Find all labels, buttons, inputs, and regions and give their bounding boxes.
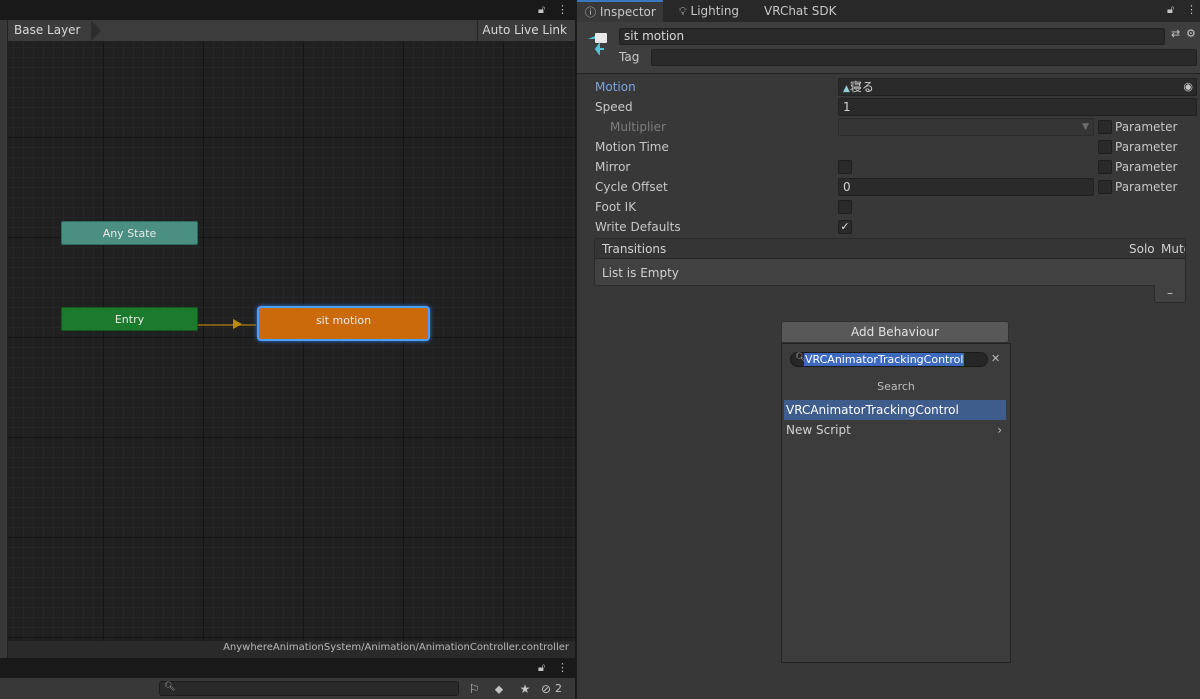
motion-time-label: Motion Time bbox=[595, 140, 669, 154]
behaviour-search-query: VRCAnimatorTrackingControl bbox=[804, 353, 965, 366]
add-behaviour-button[interactable]: Add Behaviour bbox=[781, 321, 1009, 343]
transition-line[interactable] bbox=[198, 324, 256, 326]
motion-time-parameter-label: Parameter bbox=[1115, 140, 1178, 154]
popup-item-new-script[interactable]: New Script › bbox=[784, 420, 1006, 440]
dropdown-icon: ▼ bbox=[1082, 122, 1089, 132]
motion-field[interactable]: ▲寝る ◉ bbox=[838, 78, 1197, 96]
any-state-node[interactable]: Any State bbox=[61, 221, 198, 245]
info-icon: ⓘ bbox=[585, 6, 596, 19]
controller-path: AnywhereAnimationSystem/Animation/Animat… bbox=[223, 642, 569, 653]
project-tab-bar: 🔓︎ ⋮ bbox=[0, 658, 575, 678]
multiplier-dropdown: ▼ bbox=[838, 118, 1094, 136]
multiplier-parameter-checkbox[interactable] bbox=[1098, 120, 1112, 134]
write-defaults-label: Write Defaults bbox=[595, 220, 681, 234]
solo-column: Solo bbox=[1129, 242, 1155, 256]
behaviour-search-input[interactable]: 🔍︎ VRCAnimatorTrackingControl bbox=[790, 352, 988, 367]
star-icon[interactable]: ★ bbox=[513, 680, 537, 698]
foot-ik-label: Foot IK bbox=[595, 200, 637, 214]
chevron-right-icon: › bbox=[997, 423, 1002, 437]
eye-hidden-icon[interactable]: ⊘ bbox=[540, 680, 552, 698]
auto-live-link-button[interactable]: Auto Live Link bbox=[477, 20, 571, 41]
entry-node[interactable]: Entry bbox=[61, 307, 198, 331]
layers-panel-collapsed[interactable] bbox=[0, 20, 8, 658]
state-name-field[interactable]: sit motion bbox=[619, 28, 1165, 45]
popup-title: Search bbox=[877, 380, 915, 393]
tag-field[interactable] bbox=[651, 49, 1197, 66]
cycle-offset-parameter-checkbox[interactable] bbox=[1098, 180, 1112, 194]
close-icon[interactable]: ✕ bbox=[991, 352, 1000, 365]
tag-icon[interactable]: ⬥ bbox=[487, 680, 511, 698]
add-behaviour-popup: 🔍︎ VRCAnimatorTrackingControl ✕ Search V… bbox=[781, 343, 1011, 663]
animation-clip-icon: ▲ bbox=[843, 84, 850, 94]
mute-column: Mute bbox=[1161, 242, 1185, 256]
lock-icon[interactable]: 🔓︎ bbox=[1167, 3, 1174, 17]
preset-icon[interactable]: ⇄ bbox=[1171, 27, 1180, 40]
multiplier-parameter-label: Parameter bbox=[1115, 120, 1178, 134]
animator-tab-bar: 🔓︎ ⋮ bbox=[0, 0, 575, 20]
animator-state-icon bbox=[588, 33, 607, 55]
motion-time-parameter-checkbox[interactable] bbox=[1098, 140, 1112, 154]
list-empty-text: List is Empty bbox=[602, 266, 679, 280]
mirror-checkbox[interactable] bbox=[838, 160, 852, 174]
menu-icon[interactable]: ⋮ bbox=[1186, 3, 1197, 16]
sit-motion-state-node[interactable]: sit motion bbox=[257, 306, 430, 341]
transitions-title: Transitions bbox=[602, 242, 667, 256]
write-defaults-checkbox[interactable]: ✓ bbox=[838, 220, 852, 234]
speed-field[interactable]: 1 bbox=[838, 98, 1197, 116]
lock-icon[interactable]: 🔓︎ bbox=[538, 661, 545, 675]
inspector-tab-bar: ⓘ Inspector 💡︎ Lighting VRChat SDK 🔓︎ ⋮ bbox=[577, 0, 1200, 22]
breadcrumb-base-layer[interactable]: Base Layer bbox=[8, 20, 100, 41]
tab-vrchat-sdk[interactable]: VRChat SDK bbox=[764, 0, 837, 22]
mirror-label: Mirror bbox=[595, 160, 631, 174]
multiplier-label: Multiplier bbox=[610, 120, 666, 134]
menu-icon[interactable]: ⋮ bbox=[557, 3, 568, 16]
search-icon: 🔍︎ bbox=[164, 682, 176, 692]
lock-icon[interactable]: 🔓︎ bbox=[538, 3, 545, 17]
mirror-parameter-checkbox[interactable] bbox=[1098, 160, 1112, 174]
filter-by-type-icon[interactable]: ⚐ bbox=[462, 680, 486, 698]
tag-label: Tag bbox=[619, 50, 640, 64]
transition-arrow-icon bbox=[233, 319, 242, 329]
foot-ik-checkbox[interactable] bbox=[838, 200, 852, 214]
animator-toolbar: Base Layer Auto Live Link bbox=[0, 20, 575, 42]
inspector-header: sit motion ⇄ ⚙ Tag bbox=[577, 22, 1200, 74]
lightbulb-icon: 💡︎ bbox=[679, 5, 687, 18]
animator-window: 🔓︎ ⋮ Base Layer Auto Live Link Any State… bbox=[0, 0, 575, 699]
popup-item-vrc-animator-tracking-control[interactable]: VRCAnimatorTrackingControl bbox=[784, 400, 1006, 420]
tab-inspector[interactable]: ⓘ Inspector bbox=[577, 0, 663, 22]
speed-label: Speed bbox=[595, 100, 633, 114]
popup-item-label: New Script bbox=[786, 423, 851, 437]
tab-lighting-label: Lighting bbox=[690, 4, 740, 18]
transitions-body: List is Empty bbox=[595, 259, 1185, 285]
menu-icon[interactable]: ⋮ bbox=[557, 661, 568, 674]
controller-path-bar: AnywhereAnimationSystem/Animation/Animat… bbox=[8, 641, 575, 658]
remove-transition-button[interactable]: – bbox=[1154, 285, 1186, 303]
cycle-offset-field[interactable]: 0 bbox=[838, 178, 1094, 196]
inspector-window: ⓘ Inspector 💡︎ Lighting VRChat SDK 🔓︎ ⋮ … bbox=[576, 0, 1200, 699]
state-machine-graph[interactable]: Any State Entry sit motion bbox=[8, 42, 575, 658]
motion-label: Motion bbox=[595, 80, 636, 94]
gear-icon[interactable]: ⚙ bbox=[1186, 27, 1196, 40]
transitions-list: Transitions Solo Mute List is Empty bbox=[594, 238, 1186, 286]
cycle-offset-parameter-label: Parameter bbox=[1115, 180, 1178, 194]
hidden-count: 2 bbox=[555, 682, 562, 695]
cycle-offset-label: Cycle Offset bbox=[595, 180, 668, 194]
object-picker-icon[interactable]: ◉ bbox=[1183, 79, 1193, 95]
mirror-parameter-label: Parameter bbox=[1115, 160, 1178, 174]
transitions-header: Transitions Solo Mute bbox=[595, 239, 1185, 259]
tab-lighting[interactable]: 💡︎ Lighting bbox=[679, 0, 739, 22]
tab-inspector-label: Inspector bbox=[599, 5, 656, 19]
motion-value: 寝る bbox=[849, 80, 874, 94]
project-search-input[interactable]: 🔍︎ bbox=[159, 681, 459, 696]
